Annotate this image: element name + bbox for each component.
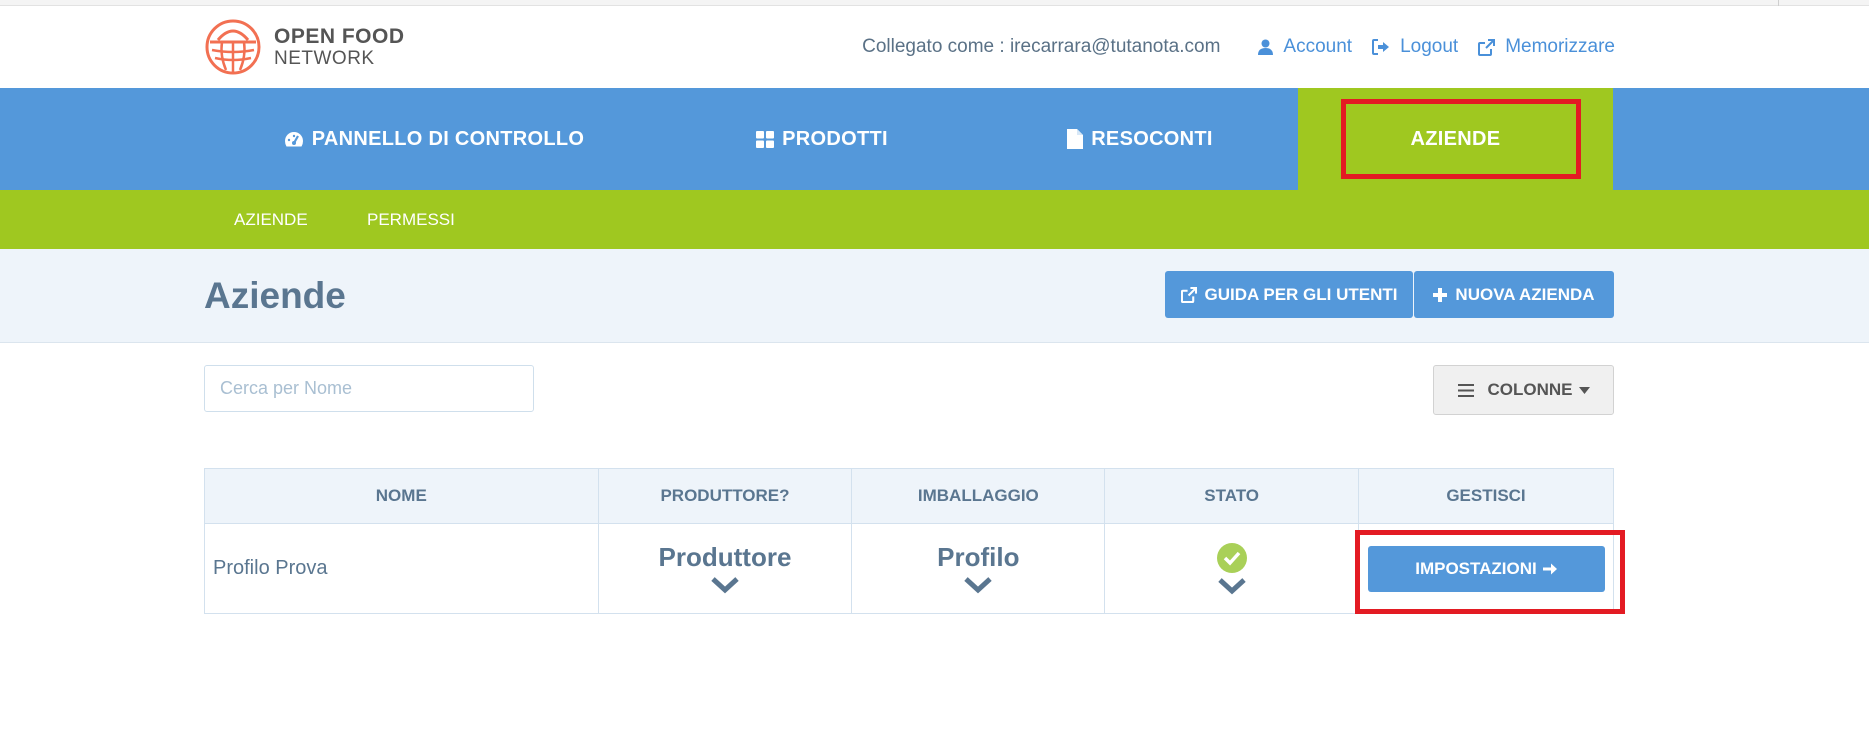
nav-dashboard[interactable]: PANNELLO DI CONTROLLO: [204, 88, 664, 190]
enterprise-name: Profilo Prova: [204, 523, 599, 614]
file-icon: [1067, 129, 1084, 149]
logout-link[interactable]: Logout: [1372, 36, 1458, 58]
package-value: Profilo: [937, 542, 1020, 573]
logo-line-2: NETWORK: [274, 48, 375, 69]
store-label: Memorizzare: [1505, 36, 1615, 57]
chevron-down-icon[interactable]: [964, 576, 993, 594]
status-cell: [1104, 523, 1359, 614]
sub-navigation: AZIENDE PERMESSI: [0, 190, 1869, 257]
site-header: OPEN FOOD NETWORK Collegato come : ireca…: [0, 6, 1869, 88]
open-food-network-logo[interactable]: OPEN FOOD NETWORK: [204, 16, 434, 78]
manage-cell: IMPOSTAZIONI: [1358, 523, 1614, 614]
page-header: Aziende GUIDA PER GLI UTENTI NUOVA AZIEN…: [0, 249, 1869, 343]
column-header-producer: PRODUTTORE?: [597, 468, 853, 524]
account-label: Account: [1283, 36, 1353, 57]
producer-cell: Produttore: [597, 523, 853, 614]
logged-in-text: Collegato come : irecarrara@tutanota.com: [862, 36, 1221, 57]
nav-reports[interactable]: RESOCONTI: [1018, 88, 1262, 190]
external-link-icon: [1180, 286, 1197, 303]
producer-value: Produttore: [658, 542, 792, 573]
enterprises-table: NOME PRODUTTORE? IMBALLAGGIO STATO GESTI…: [204, 468, 1614, 614]
package-cell: Profilo: [851, 523, 1106, 614]
logo-line-1: OPEN FOOD: [274, 25, 405, 48]
grid-icon: [756, 130, 775, 148]
menu-icon: [1457, 383, 1474, 397]
subnav-enterprises[interactable]: AZIENDE: [234, 190, 308, 249]
plus-icon: [1433, 287, 1448, 302]
basket-logo-icon: [205, 19, 261, 75]
logout-label: Logout: [1400, 36, 1459, 57]
nav-dashboard-label: PANNELLO DI CONTROLLO: [311, 127, 585, 150]
arrow-right-icon: [1542, 563, 1557, 574]
page-title: Aziende: [204, 275, 346, 316]
chevron-down-icon[interactable]: [711, 576, 739, 594]
column-header-package: IMBALLAGGIO: [851, 468, 1106, 524]
nav-enterprises-label: AZIENDE: [1410, 127, 1501, 150]
table-header-row: NOME PRODUTTORE? IMBALLAGGIO STATO GESTI…: [204, 468, 1614, 524]
chevron-down-icon[interactable]: [1217, 577, 1246, 595]
nav-enterprises[interactable]: AZIENDE: [1298, 88, 1613, 190]
tachometer-icon: [284, 131, 303, 146]
new-enterprise-label: NUOVA AZIENDA: [1455, 284, 1595, 304]
store-link[interactable]: Memorizzare: [1478, 36, 1615, 58]
column-header-manage: GESTISCI: [1358, 468, 1614, 524]
user-bar: Collegato come : irecarrara@tutanota.com…: [862, 36, 1615, 58]
columns-label: COLONNE: [1487, 380, 1573, 399]
column-header-name: NOME: [204, 468, 599, 524]
account-link[interactable]: Account: [1258, 36, 1352, 58]
new-enterprise-button[interactable]: NUOVA AZIENDA: [1414, 271, 1614, 318]
settings-label: IMPOSTAZIONI: [1415, 558, 1537, 578]
logo-text: OPEN FOOD NETWORK: [274, 26, 405, 68]
nav-reports-label: RESOCONTI: [1091, 127, 1213, 150]
user-icon: [1258, 39, 1274, 55]
caret-down-icon: [1578, 386, 1590, 394]
column-header-status: STATO: [1104, 468, 1359, 524]
columns-dropdown-button[interactable]: COLONNE: [1433, 365, 1614, 415]
search-by-name-input[interactable]: [204, 365, 534, 412]
main-navigation: PANNELLO DI CONTROLLO PRODOTTI RESOCONTI…: [0, 88, 1869, 190]
user-guide-label: GUIDA PER GLI UTENTI: [1204, 284, 1398, 304]
table-row: Profilo Prova Produttore Profilo IMPOSTA…: [204, 523, 1614, 614]
settings-button[interactable]: IMPOSTAZIONI: [1367, 545, 1605, 592]
nav-products-label: PRODOTTI: [782, 127, 888, 150]
external-link-icon: [1478, 38, 1496, 56]
user-guide-button[interactable]: GUIDA PER GLI UTENTI: [1165, 271, 1413, 318]
check-circle-icon: [1216, 542, 1247, 573]
nav-products[interactable]: PRODOTTI: [700, 88, 944, 190]
subnav-permissions[interactable]: PERMESSI: [367, 190, 455, 249]
sign-out-icon: [1372, 39, 1390, 55]
